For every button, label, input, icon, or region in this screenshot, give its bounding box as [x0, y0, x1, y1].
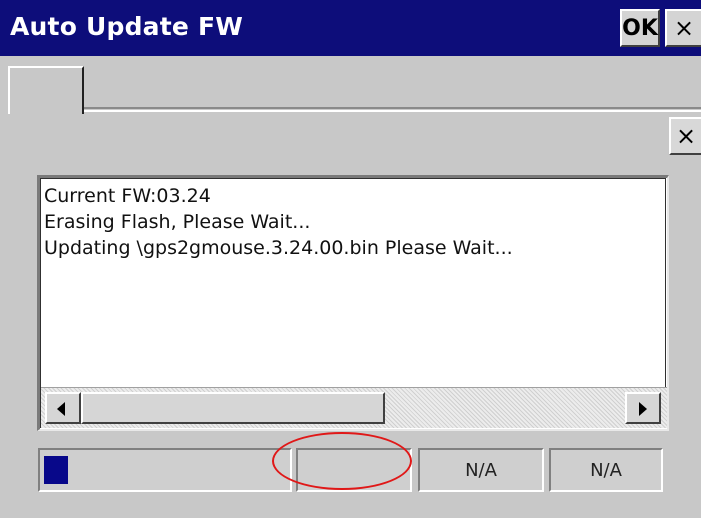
close-panel-button[interactable]: ×: [669, 117, 701, 155]
progress-bar: [38, 448, 292, 492]
ok-button[interactable]: OK: [620, 9, 660, 47]
tab-main[interactable]: [8, 66, 84, 114]
horizontal-scrollbar[interactable]: [41, 387, 667, 428]
status-cell-empty: [296, 448, 412, 492]
progress-fill: [44, 456, 68, 484]
log-line: Updating \gps2gmouse.3.24.00.bin Please …: [44, 237, 513, 259]
tab-strip-divider-shadow: [84, 107, 701, 109]
scroll-right-button[interactable]: [625, 392, 661, 424]
window-title: Auto Update FW: [10, 12, 244, 41]
log-textbox[interactable]: Current FW:03.24 Erasing Flash, Please W…: [37, 175, 669, 431]
close-icon: ×: [675, 122, 697, 150]
title-bar: Auto Update FW OK ×: [0, 0, 701, 56]
status-bar: N/A N/A: [38, 448, 663, 492]
tab-strip-divider: [84, 110, 701, 112]
close-icon: ×: [673, 14, 695, 42]
triangle-right-icon: [639, 402, 647, 416]
triangle-left-icon: [57, 402, 65, 416]
status-cell-na-2: N/A: [549, 448, 663, 492]
log-line: Erasing Flash, Please Wait...: [44, 211, 311, 233]
scroll-left-button[interactable]: [45, 392, 81, 424]
close-window-button[interactable]: ×: [665, 9, 701, 47]
log-lines: Current FW:03.24 Erasing Flash, Please W…: [44, 183, 664, 261]
log-line: Current FW:03.24: [44, 185, 211, 207]
scroll-thumb[interactable]: [81, 392, 385, 424]
status-cell-na-1: N/A: [418, 448, 544, 492]
